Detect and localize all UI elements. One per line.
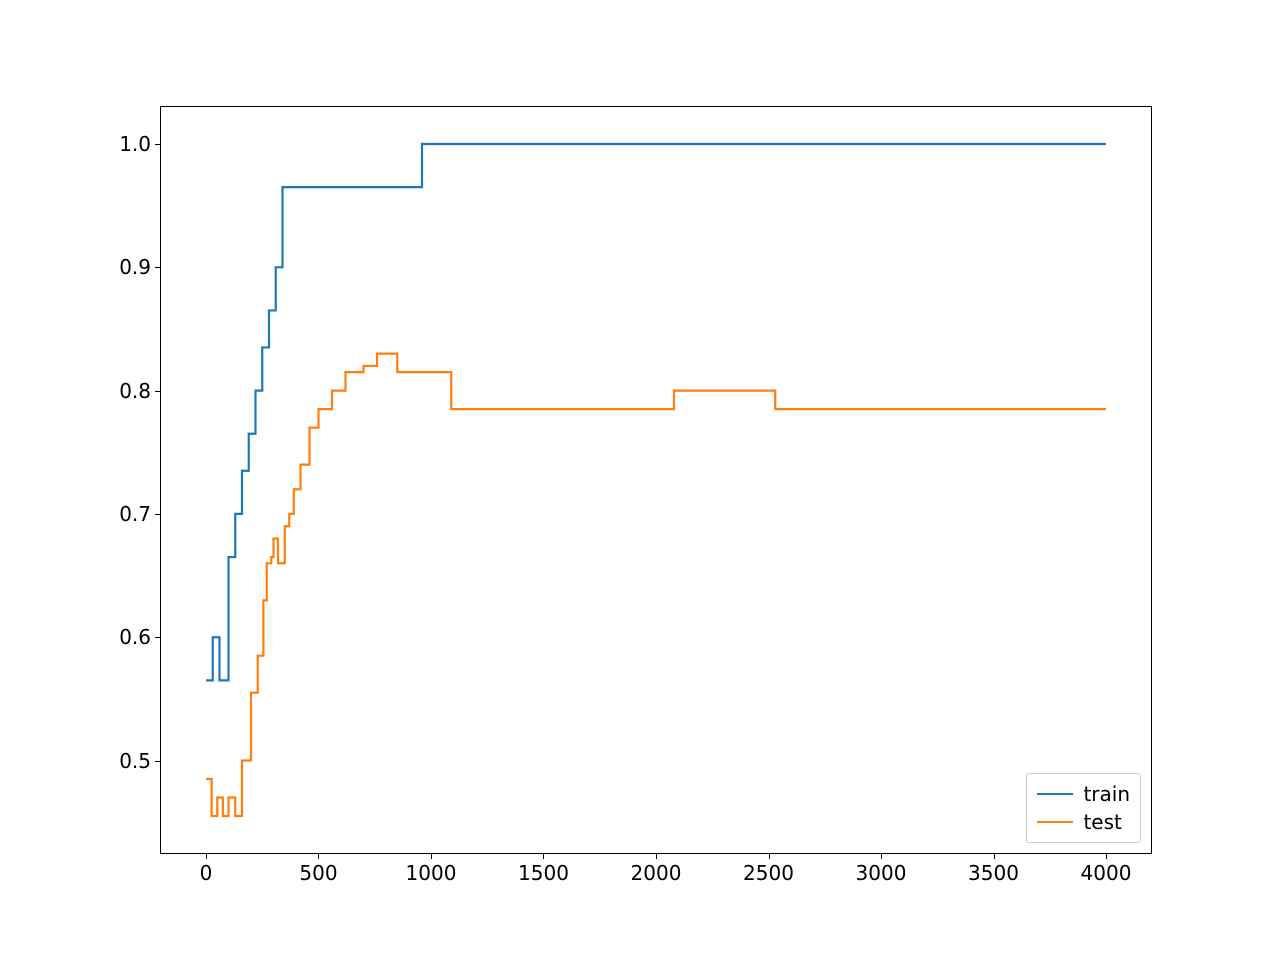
xtick-mark bbox=[656, 853, 657, 859]
xtick-mark bbox=[994, 853, 995, 859]
xtick-label: 2000 bbox=[631, 861, 682, 885]
ytick-label: 0.7 bbox=[119, 502, 151, 526]
xtick-label: 3000 bbox=[856, 861, 907, 885]
legend-swatch-test bbox=[1037, 821, 1073, 823]
xtick-label: 2500 bbox=[743, 861, 794, 885]
ytick-label: 0.8 bbox=[119, 379, 151, 403]
xtick-mark bbox=[769, 853, 770, 859]
xtick-label: 3500 bbox=[968, 861, 1019, 885]
legend-swatch-train bbox=[1037, 793, 1073, 795]
legend: train test bbox=[1026, 773, 1141, 843]
ytick-label: 0.5 bbox=[119, 749, 151, 773]
legend-item-test: test bbox=[1037, 808, 1130, 836]
xtick-label: 1500 bbox=[518, 861, 569, 885]
legend-label: train bbox=[1083, 782, 1130, 806]
ytick-label: 0.9 bbox=[119, 255, 151, 279]
xtick-label: 0 bbox=[200, 861, 213, 885]
figure: 0 500 1000 1500 2000 2500 3000 3500 4000… bbox=[0, 0, 1280, 960]
legend-label: test bbox=[1083, 810, 1121, 834]
plot-area bbox=[161, 107, 1151, 853]
line-train bbox=[206, 144, 1106, 680]
legend-item-train: train bbox=[1037, 780, 1130, 808]
xtick-mark bbox=[318, 853, 319, 859]
xtick-mark bbox=[881, 853, 882, 859]
xtick-mark bbox=[1106, 853, 1107, 859]
xtick-mark bbox=[543, 853, 544, 859]
axes: 0 500 1000 1500 2000 2500 3000 3500 4000… bbox=[160, 106, 1152, 854]
ytick-label: 0.6 bbox=[119, 625, 151, 649]
xtick-label: 4000 bbox=[1081, 861, 1132, 885]
xtick-label: 500 bbox=[299, 861, 337, 885]
xtick-mark bbox=[431, 853, 432, 859]
xtick-label: 1000 bbox=[406, 861, 457, 885]
ytick-label: 1.0 bbox=[119, 132, 151, 156]
line-test bbox=[206, 354, 1106, 816]
xtick-mark bbox=[206, 853, 207, 859]
